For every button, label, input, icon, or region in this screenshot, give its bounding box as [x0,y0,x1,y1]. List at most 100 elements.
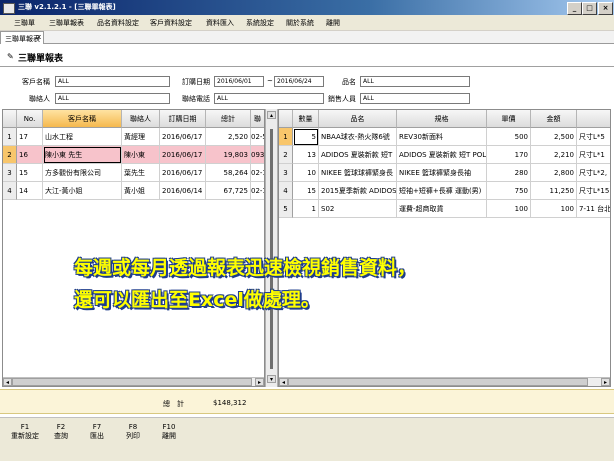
f7-export-button[interactable]: F7 匯出 [82,423,112,441]
detail-price: 500 [487,128,531,146]
f2-query-button[interactable]: F2 查詢 [46,423,76,441]
details-header-price[interactable]: 單價 [487,110,531,128]
table-row[interactable]: 1 5 NBAA球衣-熱火隊6號 REV30新面料 500 2,500 尺寸L*… [279,128,610,146]
f1-reset-button[interactable]: F1 重新設定 [10,423,40,441]
scroll-right-icon[interactable]: ▸ [601,378,610,386]
order-customer: 山水工程 [43,128,122,146]
details-header-spec[interactable]: 規格 [397,110,487,128]
menu-item-exit[interactable]: 離開 [326,18,340,28]
order-tel: 02-1 [251,164,264,182]
minimize-button[interactable]: _ [567,2,582,15]
close-button[interactable]: × [598,2,613,15]
title-bar: 三聯 v2.1.2.1 - [三聯單報表] _ □ × [0,0,614,15]
row-number: 4 [279,182,293,200]
fkey-code: F2 [56,423,66,431]
table-row[interactable]: 3 10 NIKEE 籃球球褲緊身長 NIKEE 籃球褲緊身長袖 280 2,8… [279,164,610,182]
detail-name: ADIDOS 夏裝新款 短T [319,146,397,164]
scroll-left-icon[interactable]: ◂ [3,378,12,386]
order-date: 2016/06/17 [160,128,206,146]
fkey-code: F8 [128,423,138,431]
maximize-button[interactable]: □ [582,2,597,15]
detail-spec: NIKEE 籃球褲緊身長袖 [397,164,487,182]
customer-label: 客戶名稱 [22,78,50,86]
detail-name: S02 [319,200,397,218]
row-number: 3 [279,164,293,182]
menu-bar: 三聯單 三聯單報表 品名資料設定 客戶資料設定 資料匯入 系統設定 關於系統 離… [0,15,614,30]
order-date: 2016/06/17 [160,164,206,182]
orders-grid[interactable]: No. 客戶名稱 聯絡人 訂購日期 總計 聯 1 17 山水工程 黃經理 201… [2,109,265,387]
orders-header-customer[interactable]: 客戶名稱 [43,110,122,128]
menu-item-product-settings[interactable]: 品名資料設定 [97,18,139,28]
orders-rownum-header [3,110,17,128]
detail-name: 2015夏季新款 ADIDOS [319,182,397,200]
order-contact: 黃經理 [122,128,160,146]
contact-field[interactable]: ALL [55,93,170,104]
orders-header-tel[interactable]: 聯 [251,110,264,128]
detail-amount: 2,210 [531,146,577,164]
fkey-code: F7 [92,423,102,431]
fkey-label: 重新設定 [11,432,39,440]
menu-item-form[interactable]: 三聯單 [14,18,35,28]
orders-header-total[interactable]: 總計 [206,110,251,128]
date-from-field[interactable]: 2016/06/01 [214,76,264,87]
splitter-handle[interactable] [270,129,273,369]
table-row[interactable]: 5 1 S02 運費-超商取貨 100 100 7-11 台北 [279,200,610,218]
orders-header-no[interactable]: No. [17,110,43,128]
table-row[interactable]: 4 14 大江-黃小姐 黃小姐 2016/06/14 67,725 02-1 [3,182,264,200]
scroll-right-icon[interactable]: ▸ [255,378,264,386]
splitter[interactable]: ▴ ▾ [265,109,278,387]
detail-extra: 尺寸L*1 [577,146,610,164]
order-contact: 黃小姐 [122,182,160,200]
order-tel: 02-58 [251,128,264,146]
details-header-amount[interactable]: 金額 [531,110,577,128]
f10-exit-button[interactable]: F10 離開 [154,423,184,441]
table-row[interactable]: 3 15 方多觀份有限公司 葉先生 2016/06/17 58,264 02-1 [3,164,264,182]
table-row[interactable]: 4 15 2015夏季新款 ADIDOS 短袖+短褲+長褲 運動(男) 750 … [279,182,610,200]
detail-qty: 15 [293,182,319,200]
date-to-field[interactable]: 2016/06/24 [274,76,324,87]
customer-field[interactable]: ALL [55,76,170,87]
orders-horizontal-scrollbar[interactable]: ◂ ▸ [3,377,264,386]
menu-item-report[interactable]: 三聯單報表 [49,18,84,28]
total-value: $148,312 [213,399,247,407]
row-number: 5 [279,200,293,218]
details-horizontal-scrollbar[interactable]: ◂ ▸ [279,377,610,386]
scroll-thumb[interactable] [12,378,252,386]
menu-item-system-settings[interactable]: 系統設定 [246,18,274,28]
scroll-left-icon[interactable]: ◂ [279,378,288,386]
total-label: 總 計 [163,400,184,408]
details-header-name[interactable]: 品名 [319,110,397,128]
splitter-up-icon[interactable]: ▴ [267,111,276,119]
date-separator: ~ [267,77,273,85]
phone-field[interactable]: ALL [214,93,324,104]
order-no: 16 [17,146,43,164]
fkey-label: 列印 [126,432,140,440]
detail-spec: 短袖+短褲+長褲 運動(男) [397,182,487,200]
splitter-down-icon[interactable]: ▾ [267,375,276,383]
table-row[interactable]: 2 13 ADIDOS 夏裝新款 短T ADIDOS 夏裝新款 短T POLO衫… [279,146,610,164]
sales-field[interactable]: ALL [360,93,470,104]
order-total: 58,264 [206,164,251,182]
orders-header-date[interactable]: 訂購日期 [160,110,206,128]
menu-item-import[interactable]: 資料匯入 [206,18,234,28]
orders-header-contact[interactable]: 聯絡人 [122,110,160,128]
order-tel: 0933 [251,146,264,164]
f8-print-button[interactable]: F8 列印 [118,423,148,441]
details-grid[interactable]: 數量 品名 規格 單價 金額 1 5 NBAA球衣-熱火隊6號 REV30新面料… [278,109,611,387]
row-number: 3 [3,164,17,182]
tab-close-icon[interactable]: x [37,33,41,41]
detail-price: 170 [487,146,531,164]
product-field[interactable]: ALL [360,76,470,87]
divider [0,66,614,67]
order-tel: 02-1 [251,182,264,200]
menu-item-customer-settings[interactable]: 客戶資料設定 [150,18,192,28]
menu-item-about[interactable]: 關於系統 [286,18,314,28]
tab-report[interactable]: 三聯單報表 x [0,31,44,44]
details-header-qty[interactable]: 數量 [293,110,319,128]
scroll-thumb[interactable] [288,378,588,386]
details-header-extra[interactable] [577,110,610,128]
table-row[interactable]: 1 17 山水工程 黃經理 2016/06/17 2,520 02-58 [3,128,264,146]
table-row-selected[interactable]: 2 16 陳小東 先生 陳小東 2016/06/17 19,803 0933 [3,146,264,164]
tab-label: 三聯單報表 [5,35,40,43]
summary-bar: 總 計 $148,312 [0,389,614,414]
